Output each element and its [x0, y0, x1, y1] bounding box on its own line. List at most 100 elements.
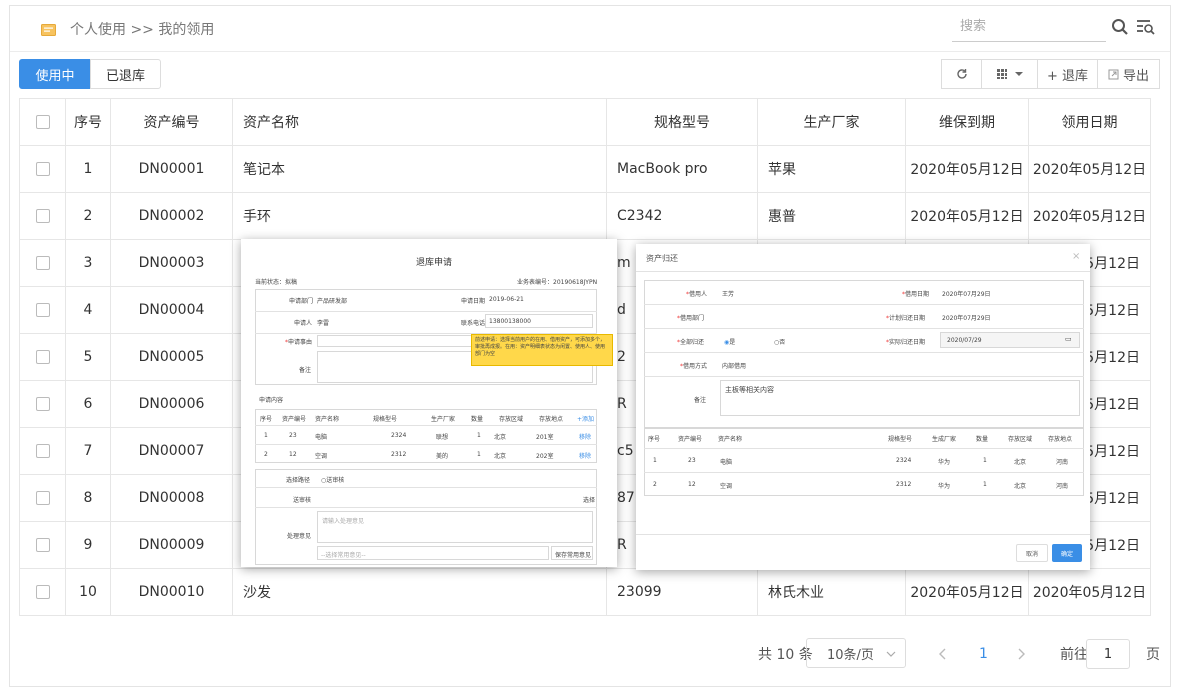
divider — [644, 352, 1084, 353]
confirm-button[interactable]: 确定 — [1052, 544, 1082, 562]
cell: 7 — [65, 427, 111, 475]
opinion-textarea[interactable]: 请输入处理意见 — [317, 511, 593, 543]
row-checkbox[interactable] — [35, 303, 50, 317]
phone-field[interactable]: 13800138000 — [485, 314, 593, 328]
item-header: 生成厂家 — [932, 436, 957, 443]
item-cell: 联想 — [436, 434, 449, 441]
refresh-button[interactable] — [941, 59, 982, 89]
refresh-icon — [956, 69, 967, 79]
actual-date-input[interactable]: 2020/07/29 ▭ — [940, 332, 1080, 348]
divider — [644, 472, 1084, 473]
item-cell: 1 — [983, 457, 987, 464]
field-label: 联系电话 — [461, 320, 486, 327]
row-checkbox[interactable] — [35, 350, 50, 364]
divider — [255, 507, 597, 508]
divider — [644, 376, 1084, 377]
advanced-search-icon[interactable] — [1136, 18, 1156, 36]
tab-in-use[interactable]: 使用中 — [19, 59, 91, 89]
row-select-cell — [19, 474, 66, 522]
col-header: 资产编号 — [110, 98, 233, 146]
field-label: *借用人 — [686, 291, 708, 298]
item-cell: 空调 — [720, 483, 733, 490]
cell: 4 — [65, 286, 111, 334]
save-common-button[interactable]: 保存常用意见 — [551, 546, 593, 560]
columns-button[interactable] — [981, 59, 1038, 89]
row-checkbox[interactable] — [35, 444, 50, 458]
field-label: *全部归还 — [677, 339, 705, 346]
radio-no[interactable]: ○否 — [774, 337, 785, 346]
divider — [644, 448, 1084, 449]
search-box — [952, 12, 1106, 42]
table-row[interactable]: 10 DN00010 沙发 23099 林氏木业 2020年05月12日 2020年05月1… — [19, 568, 1151, 616]
caret-down-icon — [1014, 72, 1023, 76]
divider — [255, 444, 597, 445]
table-row[interactable]: 1 DN00001 笔记本 MacBook pro 苹果 2020年05月12日 2020年… — [19, 145, 1151, 193]
calendar-icon[interactable]: ▭ — [1065, 335, 1072, 343]
remove-item-link[interactable]: 移除 — [579, 432, 591, 441]
row-checkbox[interactable] — [35, 256, 50, 270]
export-button[interactable]: 导出 — [1097, 59, 1160, 89]
add-item-link[interactable]: +添加 — [577, 414, 594, 423]
divider — [255, 311, 597, 312]
cell: 3 — [65, 239, 111, 287]
row-checkbox[interactable] — [35, 491, 50, 505]
row-checkbox[interactable] — [35, 162, 50, 176]
choose-link[interactable]: 选择 — [583, 495, 595, 504]
cell: 5 — [65, 333, 111, 381]
item-header: 存放区域 — [499, 416, 524, 423]
divider — [644, 328, 1084, 329]
field-label: 备注 — [299, 367, 312, 374]
item-cell: 1 — [477, 451, 481, 458]
close-icon[interactable]: × — [1072, 251, 1080, 262]
col-header: 生产厂家 — [757, 98, 906, 146]
search-icon[interactable] — [1111, 18, 1129, 36]
item-cell: 2324 — [896, 457, 912, 464]
next-page-icon[interactable] — [1016, 648, 1026, 660]
field-value: 2019-06-21 — [489, 296, 524, 303]
col-header: 规格型号 — [606, 98, 758, 146]
folder-icon — [41, 24, 56, 36]
cell: 8 — [65, 474, 111, 522]
row-checkbox[interactable] — [35, 585, 50, 599]
common-opinion-select[interactable]: --选择常用意见-- — [317, 546, 549, 560]
select-all-cell — [19, 98, 66, 146]
item-header: 资产名称 — [315, 416, 340, 423]
save-common-label: 保存常用意见 — [555, 552, 592, 559]
cell: 2 — [65, 192, 111, 240]
row-select-cell — [19, 521, 66, 569]
page-number-current[interactable]: 1 — [979, 639, 988, 669]
chevron-down-icon — [886, 651, 896, 657]
tab-returned[interactable]: 已退库 — [90, 59, 161, 89]
row-checkbox[interactable] — [35, 397, 50, 411]
table-row[interactable]: 2 DN00002 手环 C2342 惠普 2020年05月12日 2020年05月12日 — [19, 192, 1151, 240]
route-radio[interactable]: ○送审核 — [321, 475, 344, 484]
row-checkbox[interactable] — [35, 538, 50, 552]
row-checkbox[interactable] — [35, 209, 50, 223]
col-header: 领用日期 — [1028, 98, 1151, 146]
field-value: 2020年07月29日 — [942, 291, 991, 298]
field-label: 申请日期 — [461, 298, 486, 305]
item-header: 序号 — [260, 416, 273, 423]
item-cell: 202室 — [536, 453, 554, 460]
item-cell: 电脑 — [315, 434, 328, 441]
page-size-select[interactable]: 10条/页 — [806, 638, 906, 668]
item-cell: 河南 — [1056, 483, 1069, 490]
return-button[interactable]: + 退库 — [1037, 59, 1098, 89]
item-cell: 2 — [653, 481, 657, 488]
col-header: 维保到期 — [905, 98, 1029, 146]
asset-return-dialog: 资产归还 × *借用人 王芳 *借用日期 2020年07月29日 *借用部门 *… — [636, 244, 1090, 570]
item-header: 数量 — [976, 436, 989, 443]
select-all-checkbox[interactable] — [35, 115, 50, 129]
field-label: 备注 — [694, 397, 707, 404]
remove-item-link[interactable]: 移除 — [579, 451, 591, 460]
item-cell: 北京 — [1014, 459, 1027, 466]
row-select-cell — [19, 145, 66, 193]
prev-page-icon[interactable] — [938, 648, 948, 660]
remark-textarea[interactable]: 主板等相关内容 — [720, 380, 1080, 416]
radio-yes[interactable]: ◉是 — [724, 337, 735, 346]
col-header: 序号 — [65, 98, 111, 146]
search-input[interactable] — [952, 12, 1106, 40]
cancel-button[interactable]: 取消 — [1016, 544, 1048, 562]
goto-page-input[interactable] — [1086, 639, 1130, 669]
cell: 6 — [65, 380, 111, 428]
